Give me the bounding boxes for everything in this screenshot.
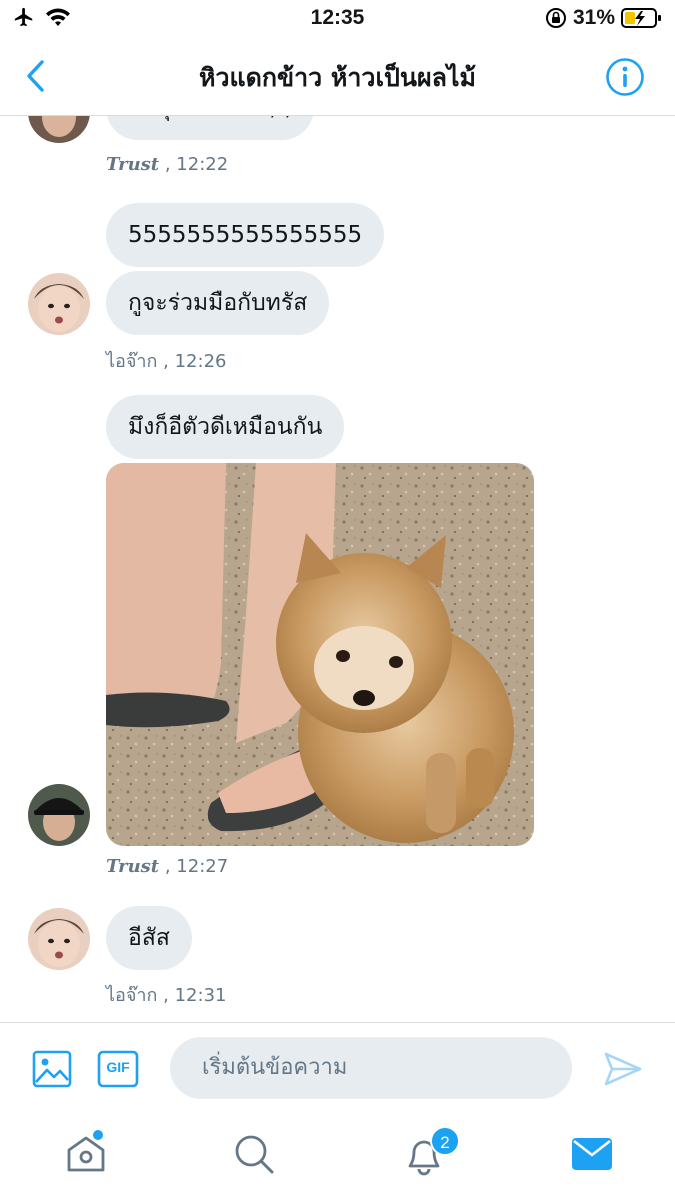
gif-label: GIF [106, 1059, 130, 1075]
sender-name: ไอจ๊าก [106, 351, 158, 372]
info-button[interactable] [605, 57, 645, 97]
message-time: , 12:22 [164, 154, 229, 175]
message-bubble[interactable]: กูจะร่วมมือกับทรัส [106, 271, 330, 335]
battery-percent: 31% [572, 6, 615, 29]
avatar-trust[interactable] [28, 116, 90, 143]
image-icon [32, 1050, 72, 1088]
info-icon [606, 58, 644, 96]
message-photo[interactable] [106, 463, 534, 846]
add-gif-button[interactable]: GIF [97, 1049, 139, 1093]
message-meta: Trust , 12:27 [106, 856, 228, 877]
status-right: 31% [545, 6, 663, 30]
sender-name: Trust [106, 154, 160, 175]
message-meta: Trust , 12:22 [106, 154, 228, 175]
avatar-ijak[interactable] [28, 273, 90, 335]
status-bar: 12:35 31% [0, 0, 675, 40]
notification-count-badge: 2 [430, 1126, 460, 1156]
search-icon [235, 1135, 274, 1174]
battery-charging-icon [621, 8, 661, 28]
avatar-trust[interactable] [28, 784, 90, 846]
message-meta: ไอจ๊าก , 12:26 [106, 346, 226, 375]
message-time: , 12:31 [163, 985, 227, 1006]
rotation-lock-icon [545, 8, 566, 28]
sender-name: ไอจ๊าก [106, 985, 158, 1006]
add-photo-button[interactable] [32, 1049, 72, 1093]
message-composer: GIF เริ่มต้นข้อความ [0, 1022, 675, 1114]
message-list[interactable]: กับลุงหัวบิดติ้ม; ; Trust , 12:22 555555… [0, 116, 675, 1022]
pomeranian-photo-image [106, 463, 534, 846]
message-time: , 12:26 [163, 351, 227, 372]
message-bubble[interactable]: กับลุงหัวบิดติ้ม; ; [106, 116, 315, 140]
home-new-indicator [93, 1130, 103, 1140]
mail-icon [572, 1138, 612, 1170]
message-bubble[interactable]: มึงก็อีตัวดีเหมือนกัน [106, 395, 345, 459]
avatar-ijak[interactable] [28, 908, 90, 970]
tab-messages[interactable] [570, 1132, 614, 1176]
conversation-header: หิวแดกข้าว ห้าวเป็นผลไม้ [0, 40, 675, 116]
message-bubble[interactable]: อีสัส [106, 906, 192, 970]
send-button[interactable] [603, 1049, 643, 1093]
message-bubble[interactable]: 5555555555555555 [106, 203, 385, 267]
tab-search[interactable] [232, 1132, 276, 1176]
sender-name: Trust [106, 856, 160, 877]
send-icon [604, 1052, 642, 1086]
message-input[interactable]: เริ่มต้นข้อความ [170, 1037, 572, 1099]
conversation-title: หิวแดกข้าว ห้าวเป็นผลไม้ [199, 63, 476, 92]
message-time: , 12:27 [164, 856, 229, 877]
message-meta: ไอจ๊าก , 12:31 [106, 980, 226, 1009]
tab-bar: 2 [0, 1114, 675, 1200]
